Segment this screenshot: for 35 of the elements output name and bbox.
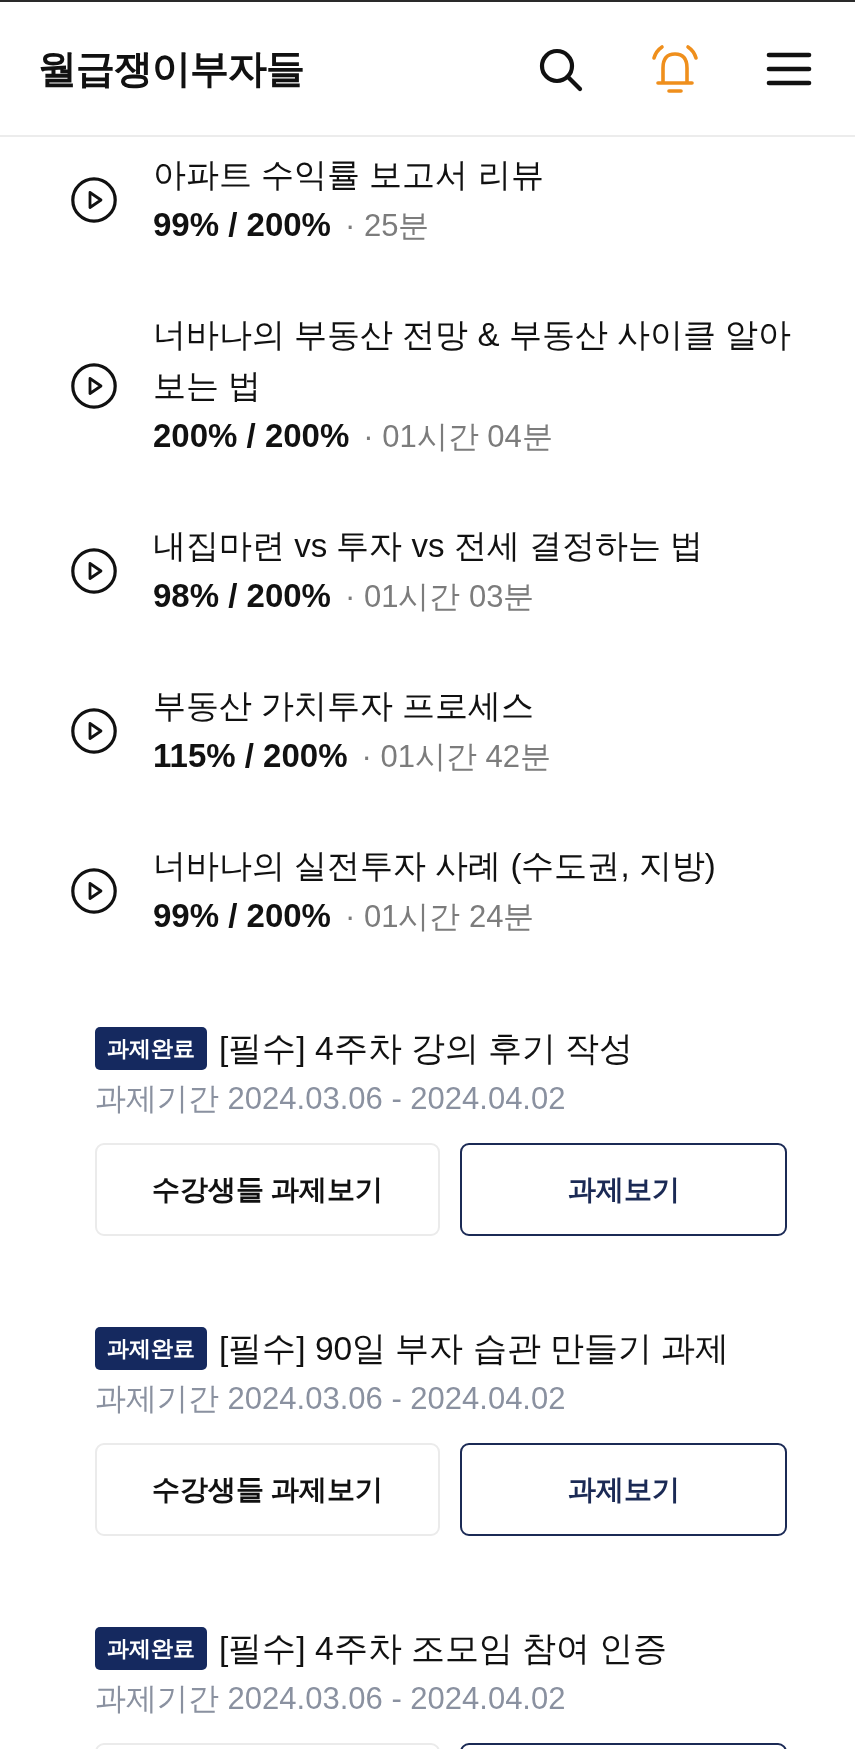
- play-icon[interactable]: [71, 548, 117, 594]
- duration-text: · 01시간 04분: [363, 418, 553, 456]
- play-icon[interactable]: [71, 177, 117, 223]
- status-badge: 과제완료: [95, 1327, 207, 1370]
- task-title: [필수] 4주차 조모임 참여 인증: [219, 1629, 668, 1669]
- duration-text: · 01시간 24분: [344, 898, 535, 936]
- lecture-title[interactable]: 너바나의 부동산 전망 & 부동산 사이클 알아보는 법: [153, 309, 813, 411]
- view-task-button[interactable]: 과제보기: [460, 1143, 787, 1236]
- duration-text: · 01시간 03분: [344, 578, 535, 616]
- task-title: [필수] 4주차 강의 후기 작성: [219, 1029, 634, 1069]
- site-logo[interactable]: 월급쟁이부자들: [38, 45, 304, 92]
- progress-text: 200% / 200%: [153, 416, 350, 456]
- view-task-button[interactable]: 과제보기: [460, 1443, 787, 1536]
- lecture-title[interactable]: 아파트 수익률 보고서 리뷰: [153, 149, 813, 200]
- lecture-title[interactable]: 부동산 가치투자 프로세스: [153, 680, 813, 731]
- play-icon[interactable]: [71, 362, 117, 409]
- play-icon[interactable]: [71, 868, 117, 914]
- progress-text: 115% / 200%: [153, 736, 348, 776]
- status-badge: 과제완료: [95, 1027, 207, 1070]
- duration-text: · 25분: [344, 207, 430, 245]
- class-tasks-button[interactable]: 수강생들 과제보기: [95, 1143, 440, 1236]
- play-icon[interactable]: [71, 708, 117, 754]
- task-period: 과제기간 2024.03.06 - 2024.04.02: [95, 1083, 567, 1115]
- lecture-title[interactable]: 너바나의 실전투자 사례 (수도권, 지방): [153, 840, 813, 891]
- task-period: 과제기간 2024.03.06 - 2024.04.02: [95, 1683, 567, 1715]
- progress-text: 99% / 200%: [153, 896, 331, 936]
- task-period: 과제기간 2024.03.06 - 2024.04.02: [95, 1383, 567, 1415]
- status-badge: 과제완료: [95, 1627, 207, 1670]
- progress-text: 98% / 200%: [153, 576, 331, 616]
- progress-text: 99% / 200%: [153, 205, 331, 245]
- menu-icon[interactable]: [766, 51, 812, 86]
- task-title: [필수] 90일 부자 습관 만들기 과제: [219, 1329, 730, 1369]
- class-tasks-button[interactable]: 수강생들 과제보기: [95, 1443, 440, 1536]
- lecture-title[interactable]: 내집마련 vs 투자 vs 전세 결정하는 법: [153, 520, 813, 571]
- duration-text: · 01시간 42분: [361, 738, 551, 776]
